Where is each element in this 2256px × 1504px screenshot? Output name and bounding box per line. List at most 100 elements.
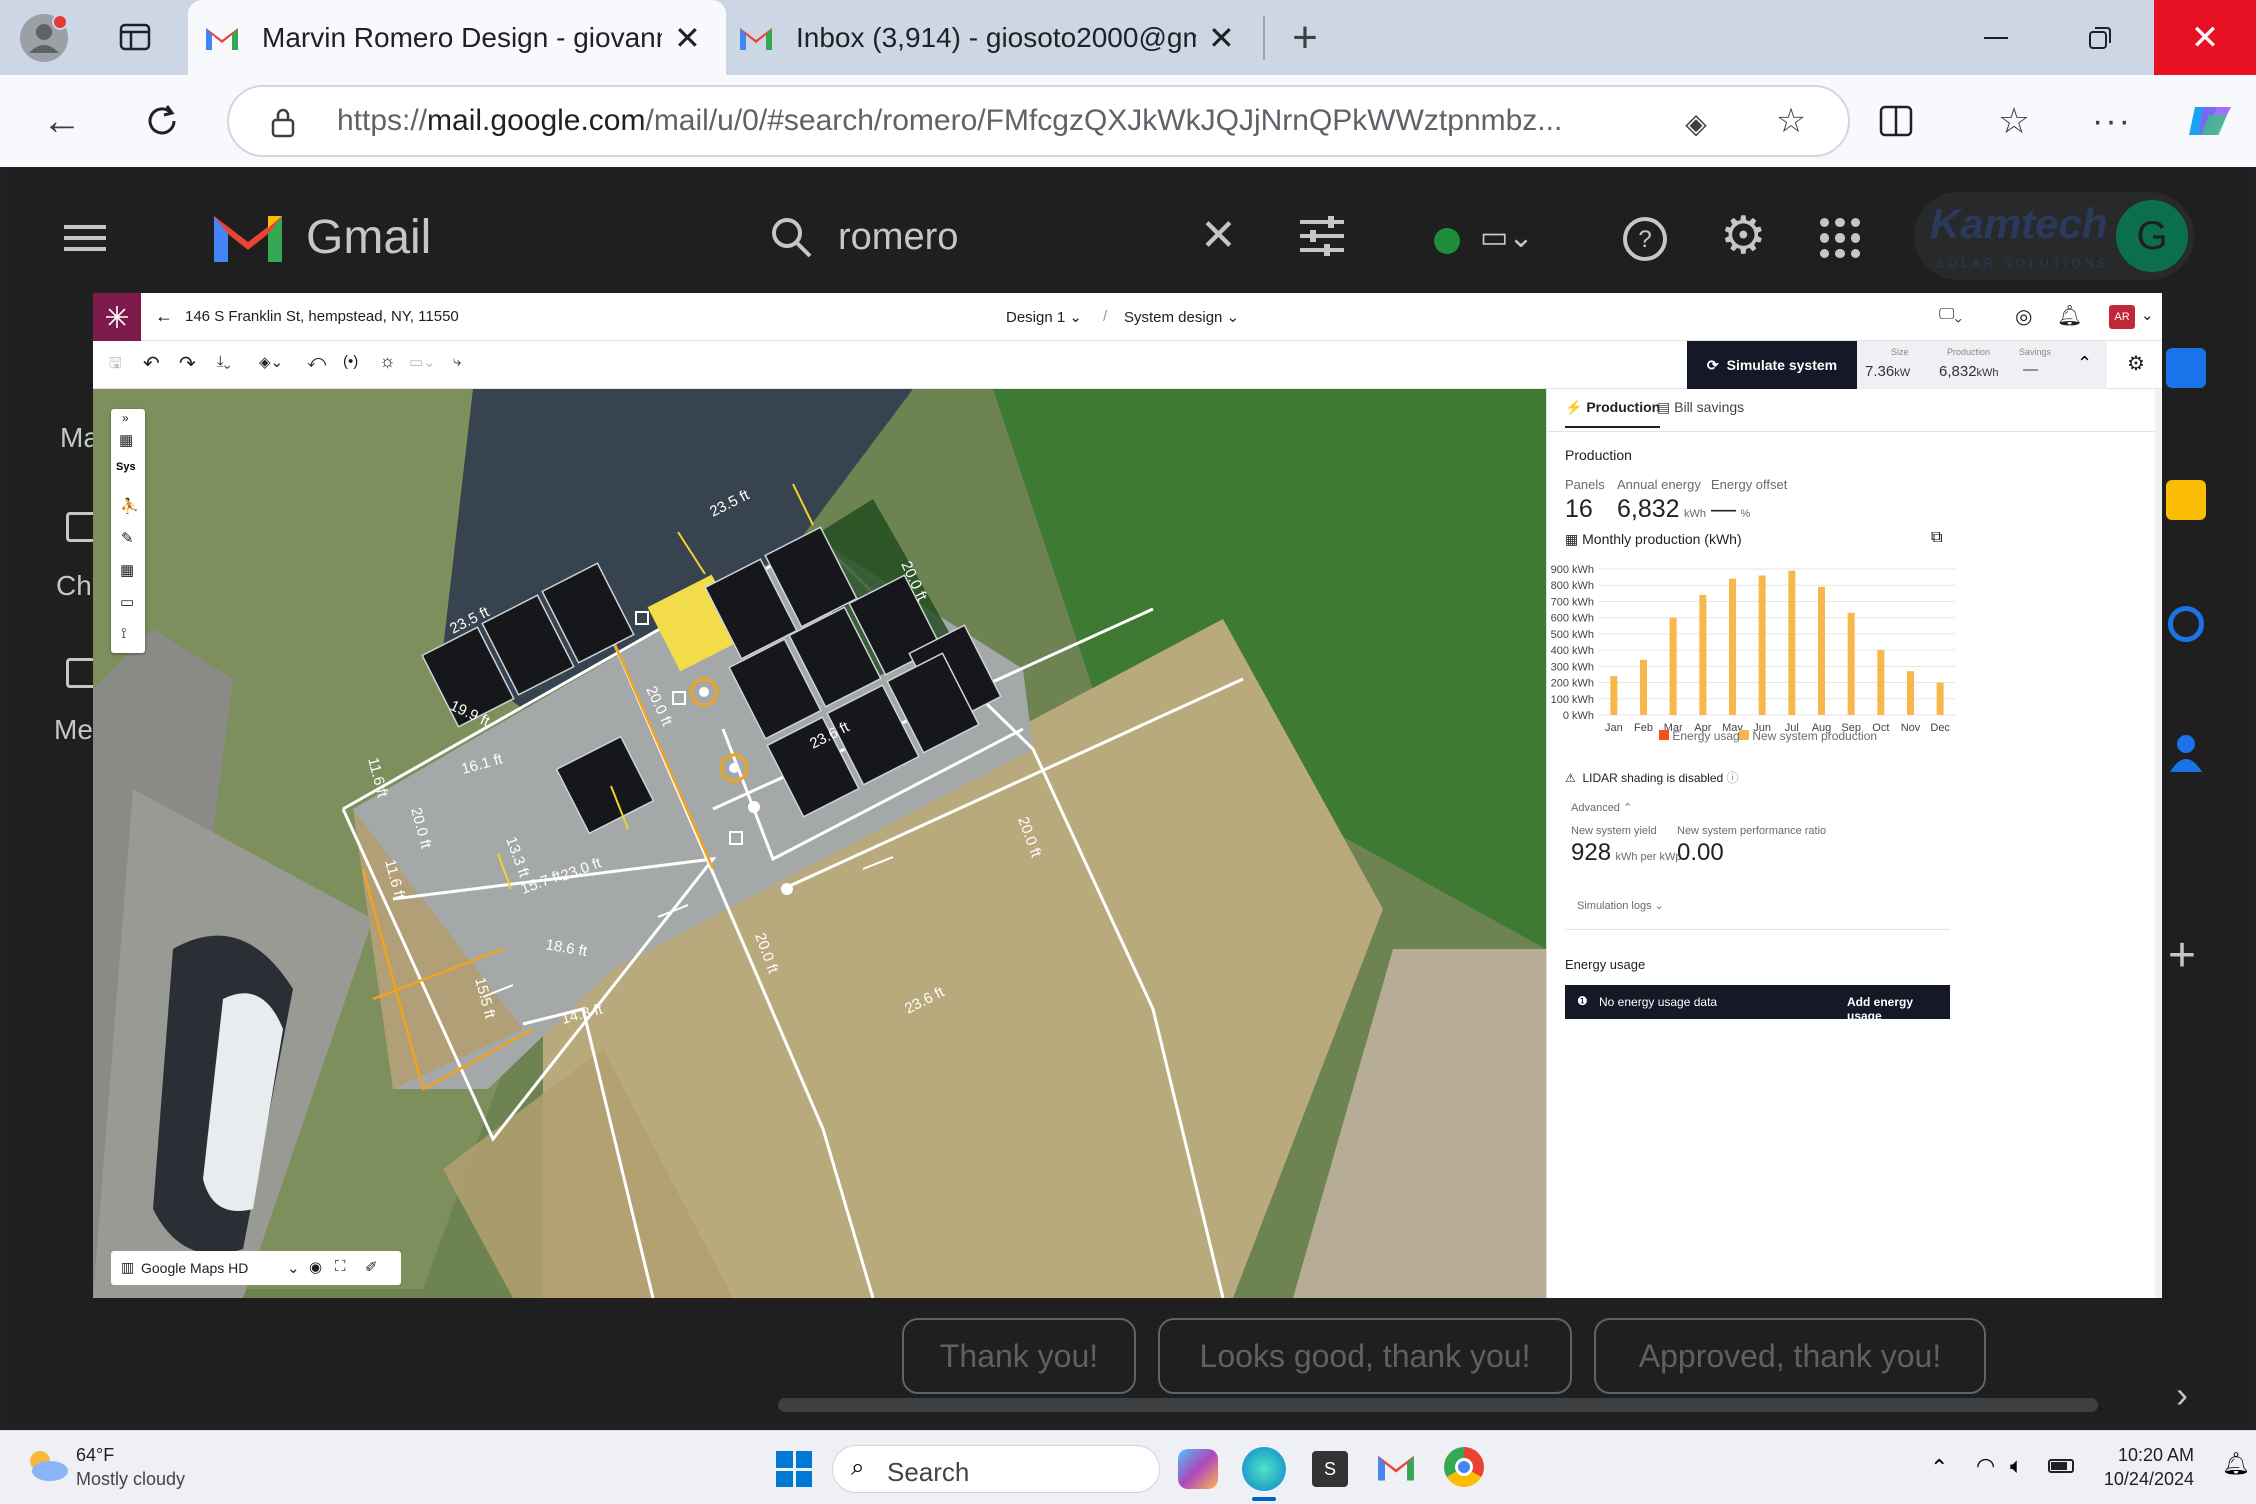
panel-scrollbar[interactable] (2155, 389, 2162, 1298)
clear-search-icon[interactable]: ✕ (1200, 210, 1237, 261)
notification-center-icon[interactable]: 🔔︎ (2222, 1451, 2250, 1477)
support-icon[interactable]: ◎ (2015, 304, 2032, 329)
add-favorite-icon[interactable]: ☆ (1769, 99, 1813, 143)
close-tab-icon[interactable]: ✕ (1208, 19, 1235, 57)
keep-addon-icon[interactable] (2166, 480, 2206, 520)
rectangle-tool-icon[interactable]: ▭ (120, 593, 134, 611)
back-arrow-icon[interactable]: ← (155, 306, 173, 327)
profile-icon[interactable] (14, 8, 74, 68)
search-icon[interactable] (766, 212, 816, 262)
calendar-status-icon[interactable]: ▭⌄ (1480, 220, 1533, 255)
start-icon[interactable] (776, 1451, 812, 1487)
show-hidden-icons[interactable]: ⌃ (1930, 1455, 1948, 1481)
rotate-icon[interactable]: ⤺ (307, 351, 326, 372)
scroll-right-icon[interactable]: › (2176, 1374, 2188, 1416)
user-menu-chevron-icon[interactable]: ⌄ (2141, 306, 2154, 324)
chrome-icon[interactable] (1444, 1447, 1484, 1487)
collapse-stats-icon[interactable]: ⌃ (2077, 353, 2092, 374)
minimize-icon[interactable] (1966, 10, 2026, 66)
close-window-icon[interactable]: ✕ (2154, 0, 2256, 75)
auto-design-icon[interactable]: ✎ (121, 529, 134, 547)
measure-icon[interactable]: ✐ (365, 1258, 378, 1276)
account-area[interactable]: Kamtech SOLAR SOLUTIONS G (1914, 192, 2194, 280)
satellite-map[interactable]: 23.5 ft 23.5 ft 20.0 ft 19.9 ft 20.0 ft 23.6 … (93, 389, 1546, 1298)
main-menu-icon[interactable] (62, 218, 108, 258)
address-bar[interactable]: https://mail.google.com/mail/u/0/#search… (227, 85, 1850, 157)
edge-icon[interactable] (1242, 1447, 1286, 1491)
s-app-icon[interactable]: S (1312, 1451, 1348, 1487)
notifications-icon[interactable]: 🔔︎ (2057, 303, 2082, 328)
tasks-addon-icon[interactable] (2168, 606, 2204, 642)
get-addons-icon[interactable]: + (2168, 928, 2196, 983)
system-tool[interactable]: Sys (116, 461, 136, 473)
clock-time[interactable]: 10:20 AM (2114, 1445, 2194, 1466)
gmail-app-icon[interactable] (1376, 1451, 1416, 1487)
grid-tool-icon[interactable]: ▦ (119, 431, 133, 449)
undo-icon[interactable]: ↶ (143, 351, 160, 376)
contacts-addon-icon[interactable] (2170, 732, 2202, 772)
expand-palette-icon[interactable]: » (122, 411, 129, 425)
app-logo-icon[interactable] (93, 293, 141, 341)
reading-view-icon[interactable]: ◈ (1674, 101, 1718, 145)
close-tab-icon[interactable]: ✕ (674, 19, 701, 57)
status-dot-icon[interactable] (1434, 228, 1460, 254)
more-icon[interactable]: ··· (2086, 95, 2138, 147)
copilot-icon[interactable] (2182, 95, 2238, 147)
tab-marvin-romero[interactable]: Marvin Romero Design - giovanni ✕ (188, 0, 726, 75)
tab-actions-icon[interactable] (112, 14, 158, 60)
restore-icon[interactable] (2070, 10, 2130, 66)
simulate-system-button[interactable]: ⟳ Simulate system (1687, 341, 1857, 389)
new-tab-icon[interactable]: + (1280, 10, 1330, 66)
copilot-app-icon[interactable] (1178, 1449, 1218, 1489)
split-screen-icon[interactable] (1870, 95, 1922, 147)
quick-reply-approved[interactable]: Approved, thank you! (1594, 1318, 1986, 1394)
advanced-toggle[interactable]: Advanced ⌃ (1571, 801, 1632, 814)
panel-tool-icon[interactable]: ▦ (120, 561, 134, 579)
back-icon[interactable]: ← (36, 95, 88, 147)
save-icon[interactable]: 🖫 (109, 353, 122, 378)
horizontal-scrollbar[interactable] (778, 1398, 2098, 1412)
volume-icon[interactable]: 🔈︎ (2010, 1453, 2023, 1479)
simulation-logs-toggle[interactable]: Simulation logs ⌄ (1577, 899, 1664, 912)
user-avatar[interactable]: AR (2109, 305, 2135, 329)
tab-bill-savings[interactable]: ▤ Bill savings (1657, 399, 1744, 416)
view-icon[interactable]: ▭⌄ (409, 353, 436, 371)
basemap-selector[interactable]: ▥ Google Maps HD ⌄ ◉ ⛶ ✐ (111, 1251, 401, 1285)
copy-icon[interactable]: ⧉ (1931, 529, 1942, 547)
settings-icon[interactable]: ⚙ (2127, 351, 2145, 376)
favorites-icon[interactable]: ☆ (1988, 95, 2040, 147)
quick-reply-looks-good[interactable]: Looks good, thank you! (1158, 1318, 1572, 1394)
clock-date[interactable]: 10/24/2024 (2098, 1469, 2194, 1490)
signal-icon[interactable]: (•) (343, 353, 358, 370)
calendar-addon-icon[interactable] (2166, 348, 2206, 388)
taskbar-search[interactable]: ⌕ Search (832, 1445, 1160, 1493)
gmail-logo-icon[interactable] (210, 208, 286, 268)
search-input[interactable]: romero (838, 216, 958, 259)
help-icon[interactable]: ? (1620, 214, 1670, 264)
battery-icon[interactable] (2048, 1459, 2074, 1473)
settings-icon[interactable]: ⚙ (1720, 206, 1767, 266)
tab-inbox[interactable]: Inbox (3,914) - giosoto2000@gmail.com ✕ (738, 0, 1258, 75)
download-icon[interactable]: ⤓⌄ (217, 353, 231, 370)
redo-icon[interactable]: ↷ (179, 351, 196, 376)
display-mode-icon[interactable]: 🖵⌄ (1939, 306, 1962, 324)
add-energy-usage-button[interactable]: Add energy usage (1847, 995, 1950, 1023)
system-design-selector[interactable]: System design ⌄ (1124, 308, 1239, 326)
avatar[interactable]: G (2116, 200, 2188, 272)
route-icon[interactable]: ⤷ (453, 353, 461, 370)
weather-icon[interactable] (22, 1447, 70, 1483)
layers-icon[interactable]: ◈⌄ (259, 353, 283, 371)
design-selector[interactable]: Design 1 ⌄ (1006, 308, 1082, 326)
lock-icon[interactable] (263, 103, 303, 143)
tab-production[interactable]: ⚡ Production (1565, 399, 1661, 428)
apps-grid-icon[interactable] (1820, 218, 1860, 258)
eye-icon[interactable]: ◉ (309, 1258, 322, 1276)
path-tool-icon[interactable]: ⟟ (121, 625, 127, 642)
quick-reply-thanks[interactable]: Thank you! (902, 1318, 1136, 1394)
refresh-icon[interactable] (136, 95, 188, 147)
fit-view-icon[interactable]: ⛶ (335, 1258, 346, 1275)
search-options-icon[interactable] (1298, 212, 1346, 260)
person-tool-icon[interactable]: ⛹ (120, 497, 139, 515)
sun-icon[interactable]: ☼ (379, 351, 396, 372)
wifi-icon[interactable]: ◠ (1976, 1453, 1995, 1479)
